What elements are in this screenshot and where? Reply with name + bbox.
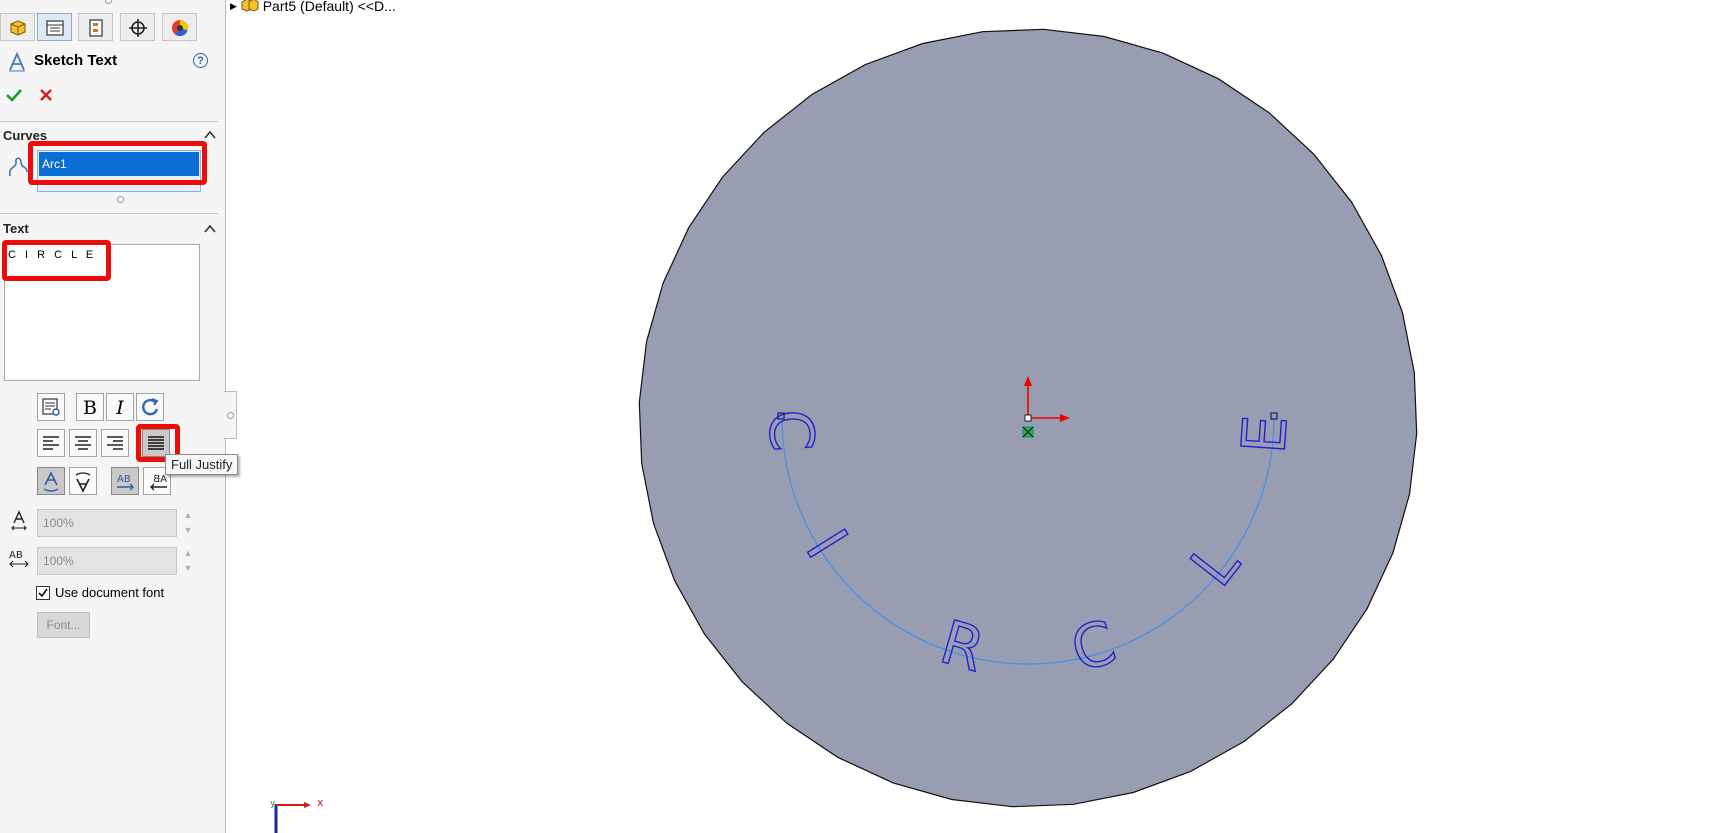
view-triad: x y [270,796,324,833]
svg-text:AB: AB [117,474,131,485]
curve-icon [8,157,28,177]
use-document-font-label: Use document font [55,585,165,600]
triad-y-label: y [270,799,276,809]
configuration-manager-icon [89,19,103,37]
tab-configuration-manager[interactable] [78,13,113,41]
tab-property-manager[interactable] [37,13,72,41]
listbox-resize-grip[interactable] [117,196,124,203]
divider [0,121,218,122]
rotate-button[interactable] [136,393,164,421]
font-button[interactable]: Font... [37,612,90,638]
link-property-icon [42,398,60,416]
chevron-up-icon[interactable] [204,130,216,139]
text-left-to-right-icon: AB [117,474,134,491]
sketch-text-icon [9,52,25,72]
panel-resize-grip[interactable] [105,0,112,4]
svg-text:AB: AB [153,474,167,485]
align-right-icon [107,436,123,450]
divider [0,213,218,214]
spacing-spinner[interactable]: ▲ ▼ [182,546,194,576]
crosshair-icon [129,19,147,37]
text-section-label: Text [3,221,29,236]
feature-title-row: Sketch Text ? [6,50,220,74]
text-direction-button[interactable]: AB [111,467,139,495]
bold-label: B [83,397,97,419]
italic-button[interactable]: I [106,393,134,421]
width-factor-input[interactable]: 100% [37,509,177,537]
align-center-button[interactable] [69,429,97,457]
align-right-button[interactable] [101,429,129,457]
spacing-icon: AB [9,550,29,568]
sketch-letter[interactable]: C [754,407,827,454]
manager-tabs [0,12,226,42]
triad-x-label: x [317,796,324,809]
width-factor-value: 100% [43,516,74,530]
width-factor-icon [11,510,27,531]
align-center-icon [75,436,91,450]
flip-horizontal-icon [75,472,91,493]
tab-dimxpert-manager[interactable] [120,13,155,41]
use-document-font-checkbox[interactable] [36,586,50,600]
width-factor-spinner[interactable]: ▲ ▼ [182,508,194,538]
ok-button[interactable] [6,88,22,102]
checkmark-icon [38,588,48,598]
flip-vertical-button[interactable] [37,467,65,495]
sketch-letter[interactable]: E [1228,413,1302,457]
chevron-up-icon[interactable] [204,224,216,233]
flip-horizontal-button[interactable] [69,467,97,495]
display-manager-icon [172,20,188,37]
link-property-button[interactable] [37,393,65,421]
page-title: Sketch Text [34,52,118,69]
spacing-input[interactable]: 100% [37,547,177,575]
svg-text:AB: AB [9,550,23,561]
italic-label: I [116,397,124,419]
highlight-text-input [2,240,111,281]
highlight-curves-selection [28,141,207,185]
help-icon[interactable]: ? [193,53,208,68]
tab-display-manager[interactable] [162,13,197,41]
feature-manager-icon [10,20,26,36]
align-left-button[interactable] [37,429,65,457]
bold-button[interactable]: B [76,393,104,421]
rotate-icon [142,398,159,416]
property-manager-icon [46,20,64,36]
align-left-icon [43,436,59,450]
cancel-button[interactable] [40,89,52,101]
flip-vertical-icon [43,471,59,492]
graphics-viewport[interactable]: CIR CLE x y [226,0,1734,833]
tab-feature-manager[interactable] [0,13,35,41]
property-manager-panel: Sketch Text ? Curves Arc1 Text C I R C L… [0,0,239,833]
spacing-value: 100% [43,554,74,568]
